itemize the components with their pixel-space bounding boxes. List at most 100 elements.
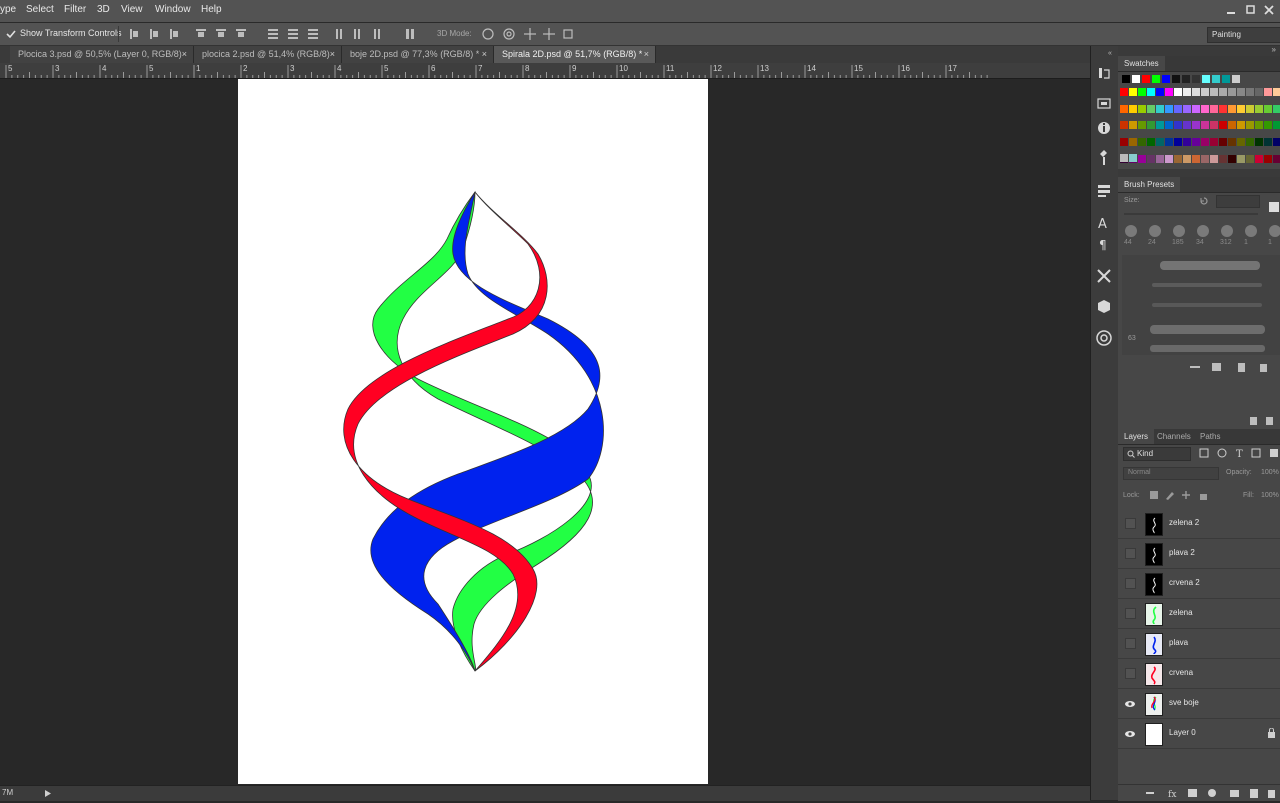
status-arrow-icon[interactable] [44, 789, 52, 798]
swatch[interactable] [1273, 121, 1280, 130]
swatch[interactable] [1182, 75, 1190, 83]
swatch[interactable] [1156, 88, 1164, 96]
swatch[interactable] [1264, 88, 1272, 96]
menu-help[interactable]: Help [201, 4, 222, 15]
visibility-toggle[interactable] [1125, 578, 1136, 589]
swatch[interactable] [1246, 88, 1254, 96]
swatch[interactable] [1228, 121, 1236, 130]
swatch[interactable] [1201, 88, 1209, 96]
swatch[interactable] [1273, 88, 1280, 96]
layer-row[interactable]: sve boje [1118, 689, 1280, 719]
close-tab-icon[interactable]: × [330, 46, 335, 63]
swatch[interactable] [1264, 121, 1272, 130]
reset-icon[interactable] [1198, 195, 1210, 207]
swatch[interactable] [1120, 154, 1128, 162]
swatch[interactable] [1192, 154, 1200, 163]
swatch[interactable] [1246, 104, 1254, 113]
swatch[interactable] [1174, 104, 1182, 113]
swatch[interactable] [1237, 104, 1245, 113]
swatch[interactable] [1255, 154, 1263, 163]
swatch[interactable] [1192, 75, 1200, 83]
swatch[interactable] [1264, 154, 1272, 163]
swatch[interactable] [1138, 88, 1146, 96]
swatch[interactable] [1147, 121, 1155, 130]
swatch[interactable] [1246, 121, 1254, 130]
layer-row[interactable]: zelena 2 [1118, 509, 1280, 539]
swatch[interactable] [1273, 154, 1280, 163]
horizontal-ruler[interactable]: 5 3 4 5 1 2 3 4 5 6 7 8 9 10 11 12 13 14 15 16 17 [0, 63, 1090, 79]
brush-tip[interactable] [1197, 225, 1209, 237]
layer-name[interactable]: zelena [1169, 608, 1193, 617]
swatch[interactable] [1172, 75, 1180, 83]
swatch[interactable] [1147, 88, 1155, 96]
swatch[interactable] [1165, 154, 1173, 163]
swatch[interactable] [1120, 137, 1128, 146]
opacity-value[interactable]: 100% [1261, 469, 1279, 476]
swatch[interactable] [1129, 88, 1137, 96]
layer-name[interactable]: plava 2 [1169, 548, 1195, 557]
swatch[interactable] [1246, 137, 1254, 146]
swatch[interactable] [1183, 104, 1191, 113]
brush-tip[interactable] [1269, 225, 1280, 237]
swatch[interactable] [1237, 137, 1245, 146]
3d-mode-icons[interactable] [480, 26, 580, 42]
swatch[interactable] [1129, 137, 1137, 146]
swatch[interactable] [1120, 104, 1128, 113]
swatch[interactable] [1174, 137, 1182, 146]
swatch[interactable] [1138, 137, 1146, 146]
swatch[interactable] [1219, 88, 1227, 96]
collapse-icon[interactable]: » [1272, 45, 1276, 54]
visibility-toggle[interactable] [1125, 668, 1136, 679]
brush-panel-menu-icon[interactable] [1268, 201, 1280, 213]
blend-mode-select[interactable]: Normal [1123, 467, 1219, 480]
menu-filter[interactable]: Filter [64, 4, 86, 15]
layer-row[interactable]: zelena [1118, 599, 1280, 629]
swatch[interactable] [1138, 121, 1146, 130]
visibility-toggle[interactable] [1125, 548, 1136, 559]
swatch[interactable] [1174, 88, 1182, 96]
swatch[interactable] [1237, 88, 1245, 96]
swatch[interactable] [1183, 137, 1191, 146]
layer-name[interactable]: crvena [1169, 668, 1193, 677]
layer-row[interactable]: plava 2 [1118, 539, 1280, 569]
swatch[interactable] [1255, 88, 1263, 96]
swatch[interactable] [1165, 88, 1173, 96]
layers-footer-icons[interactable]: fx [1144, 787, 1280, 799]
close-tab-icon[interactable]: × [182, 46, 187, 63]
swatch[interactable] [1201, 154, 1209, 163]
menu-3d[interactable]: 3D [97, 4, 110, 15]
swatch[interactable] [1228, 154, 1236, 163]
eye-icon[interactable] [1124, 728, 1136, 740]
swatch[interactable] [1129, 154, 1137, 162]
swatch[interactable] [1165, 137, 1173, 146]
swatch[interactable] [1122, 75, 1130, 83]
layer-row[interactable]: Layer 0 [1118, 719, 1280, 749]
visibility-toggle[interactable] [1125, 518, 1136, 529]
brush-tip[interactable] [1173, 225, 1185, 237]
align-icons[interactable] [128, 27, 328, 41]
swatch[interactable] [1219, 104, 1227, 113]
lock-icons[interactable] [1148, 489, 1208, 501]
swatch[interactable] [1147, 154, 1155, 163]
tab-spirala-2d[interactable]: Spirala 2D.psd @ 51,7% (RGB/8) * × [494, 46, 656, 63]
layer-name[interactable]: Layer 0 [1169, 728, 1196, 737]
swatch[interactable] [1255, 104, 1263, 113]
swatch[interactable] [1222, 75, 1230, 83]
swatch[interactable] [1192, 121, 1200, 130]
swatch[interactable] [1129, 104, 1137, 113]
layer-name[interactable]: zelena 2 [1169, 518, 1199, 527]
swatch[interactable] [1210, 154, 1218, 163]
swatch[interactable] [1192, 137, 1200, 146]
swatch[interactable] [1273, 104, 1280, 113]
swatch[interactable] [1120, 121, 1128, 130]
swatch[interactable] [1147, 137, 1155, 146]
layer-name[interactable]: sve boje [1169, 698, 1199, 707]
layer-name[interactable]: crvena 2 [1169, 578, 1200, 587]
swatch[interactable] [1264, 137, 1272, 146]
swatch[interactable] [1228, 88, 1236, 96]
swatch[interactable] [1174, 154, 1182, 163]
tab-swatches[interactable]: Swatches [1118, 56, 1165, 71]
tab-layers[interactable]: Layers [1118, 429, 1155, 444]
swatch[interactable] [1142, 75, 1150, 83]
layer-row[interactable]: crvena [1118, 659, 1280, 689]
